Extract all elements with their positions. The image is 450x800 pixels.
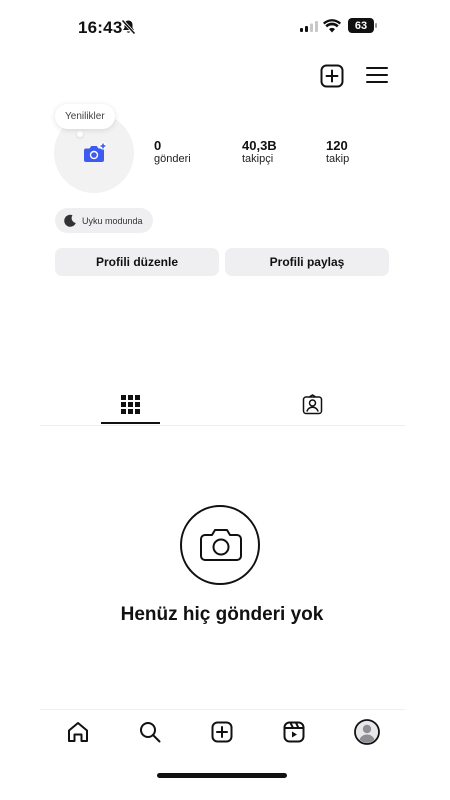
moon-icon — [63, 214, 77, 228]
status-chip[interactable]: Uyku modunda — [55, 208, 153, 233]
search-icon[interactable] — [139, 721, 161, 743]
following-label: takip — [326, 153, 350, 165]
following-count: 120 — [326, 138, 348, 153]
active-tab-indicator — [101, 422, 160, 424]
menu-icon[interactable] — [366, 66, 388, 84]
empty-state-text: Henüz hiç gönderi yok — [120, 604, 324, 625]
reels-icon[interactable] — [283, 721, 305, 743]
profile-icon[interactable] — [354, 719, 380, 745]
home-indicator[interactable] — [157, 773, 287, 778]
stat-posts[interactable]: 0 gönderi — [154, 138, 191, 165]
battery-icon: 63 — [348, 18, 374, 33]
posts-label: gönderi — [154, 153, 191, 165]
add-photo-icon[interactable] — [83, 142, 107, 164]
status-time: 16:43 — [78, 18, 123, 37]
bell-slash-icon — [121, 19, 136, 35]
posts-count: 0 — [154, 138, 162, 153]
stat-followers[interactable]: 40,3B takipçi — [242, 138, 277, 165]
tagged-icon[interactable] — [302, 394, 323, 415]
followers-label: takipçi — [242, 153, 274, 165]
grid-icon[interactable] — [121, 395, 140, 414]
stat-following[interactable]: 120 takip — [326, 138, 349, 165]
status-chip-label: Uyku modunda — [82, 215, 143, 226]
home-icon[interactable] — [67, 721, 89, 743]
tab-divider — [40, 425, 405, 426]
signal-icon — [300, 21, 318, 32]
battery-level: 63 — [354, 19, 368, 32]
create-icon[interactable] — [211, 721, 233, 743]
edit-profile-button[interactable]: Profili düzenle — [55, 248, 219, 276]
notes-bubble-tail — [77, 131, 83, 137]
share-profile-button[interactable]: Profili paylaş — [225, 248, 389, 276]
battery-tip — [375, 23, 377, 28]
followers-count: 40,3B — [242, 138, 277, 153]
wifi-icon — [323, 19, 341, 33]
notes-bubble[interactable]: Yenilikler — [55, 104, 115, 129]
add-square-icon[interactable] — [320, 64, 344, 88]
camera-icon — [200, 528, 242, 562]
bottom-nav-divider — [40, 709, 405, 710]
